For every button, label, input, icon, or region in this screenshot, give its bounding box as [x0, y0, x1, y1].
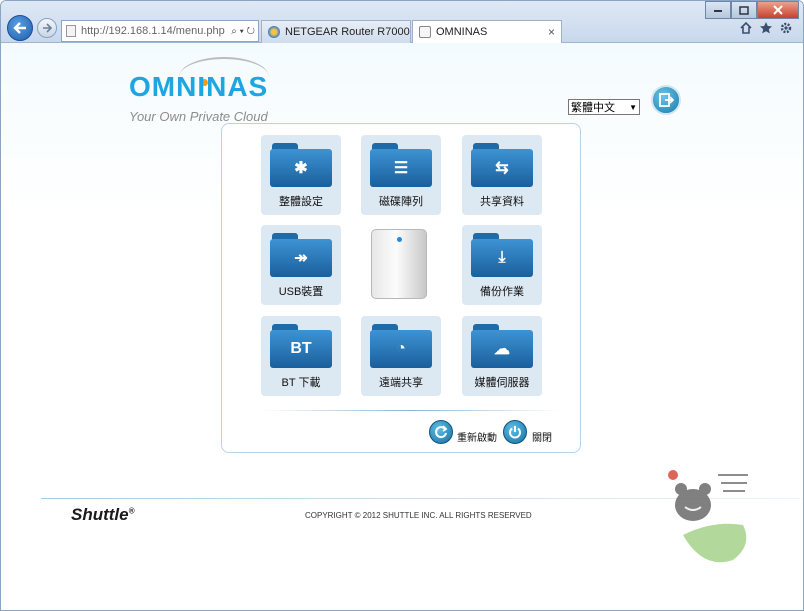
menu-item-media-server[interactable]: ☁ 媒體伺服器 [462, 316, 542, 396]
menu-item-backup[interactable]: ⤓ 備份作業 [462, 225, 542, 305]
menu-item-usb[interactable]: ↠ USB裝置 [261, 225, 341, 305]
tab-omninas[interactable]: OMNINAS × [412, 20, 562, 43]
usb-icon: ↠ [270, 231, 332, 277]
copyright-text: COPYRIGHT © 2012 SHUTTLE INC. ALL RIGHTS… [305, 511, 532, 520]
menu-item-label: 磁碟陣列 [379, 196, 423, 208]
power-icon [509, 426, 521, 439]
restart-button[interactable] [429, 420, 453, 444]
browser-window: http://192.168.1.14/menu.php ⌕ ▾ ↻ NETGE… [0, 0, 804, 611]
address-bar[interactable]: http://192.168.1.14/menu.php ⌕ ▾ ↻ [61, 20, 259, 42]
tab-label: OMNINAS [436, 26, 488, 38]
close-icon [773, 5, 783, 15]
share-icon: ⇆ [471, 141, 533, 187]
menu-item-label: 媒體伺服器 [474, 377, 530, 389]
shutdown-label[interactable]: 關閉 [532, 429, 552, 444]
toolbar-icons [739, 21, 793, 35]
page-content: OMNINAS Your Own Private Cloud 繁體中文 ▼ ✱ … [1, 43, 803, 610]
star-icon[interactable] [759, 21, 773, 35]
menu-item-label: BT 下載 [281, 377, 321, 389]
language-select[interactable]: 繁體中文 ▼ [568, 99, 640, 115]
close-window-button[interactable] [757, 1, 799, 19]
chevron-down-icon: ▼ [629, 102, 637, 112]
tools-icon: ✱ [270, 141, 332, 187]
tab-netgear[interactable]: NETGEAR Router R7000 [261, 20, 411, 43]
ie-icon [268, 26, 280, 38]
menu-item-label: 遠端共享 [379, 377, 423, 389]
forward-button[interactable] [37, 18, 57, 38]
nas-device-image [371, 229, 427, 299]
tab-label: NETGEAR Router R7000 [285, 26, 410, 38]
home-icon[interactable] [739, 21, 753, 35]
backup-icon: ⤓ [471, 231, 533, 277]
browser-toolbar: http://192.168.1.14/menu.php ⌕ ▾ ↻ NETGE… [1, 1, 803, 43]
shuttle-logo: Shuttle® [71, 505, 135, 524]
menu-item-label: 共享資料 [480, 196, 524, 208]
window-controls [705, 1, 799, 19]
page-icon [66, 25, 76, 37]
gear-icon[interactable] [779, 21, 793, 35]
page-icon [419, 26, 431, 38]
remote-share-icon: ◔ [370, 322, 432, 368]
panel-divider [261, 410, 561, 411]
menu-item-bt-download[interactable]: BT BT 下載 [261, 316, 341, 396]
menu-item-label: 整體設定 [279, 196, 323, 208]
shutdown-button[interactable] [503, 420, 527, 444]
search-refresh-icons[interactable]: ⌕ ▾ ↻ [231, 26, 255, 37]
menu-item-shared-data[interactable]: ⇆ 共享資料 [462, 135, 542, 215]
media-server-icon: ☁ [471, 322, 533, 368]
menu-item-label: USB裝置 [278, 286, 324, 298]
maximize-button[interactable] [731, 1, 757, 19]
back-arrow-icon [13, 22, 26, 34]
language-value: 繁體中文 [571, 102, 615, 114]
maximize-icon [739, 5, 749, 15]
logout-button[interactable] [651, 85, 681, 115]
menu-item-settings[interactable]: ✱ 整體設定 [261, 135, 341, 215]
back-button[interactable] [7, 15, 33, 41]
bear-watermark-image [668, 470, 748, 563]
menu-item-label: 備份作業 [480, 286, 524, 298]
minimize-icon [714, 10, 722, 12]
restart-label[interactable]: 重新啟動 [457, 429, 497, 444]
menu-item-disk-array[interactable]: ☰ 磁碟陣列 [361, 135, 441, 215]
bt-icon: BT [270, 322, 332, 368]
tab-close-icon[interactable]: × [548, 25, 555, 39]
logo-subtitle: Your Own Private Cloud [129, 109, 268, 124]
logout-icon [659, 93, 674, 107]
menu-item-remote-share[interactable]: ◔ 遠端共享 [361, 316, 441, 396]
address-url[interactable]: http://192.168.1.14/menu.php [81, 25, 228, 37]
logo-title: OMNINAS [129, 71, 269, 102]
minimize-button[interactable] [705, 1, 731, 19]
restart-icon [435, 425, 448, 439]
disk-array-icon: ☰ [370, 141, 432, 187]
omninas-logo: OMNINAS Your Own Private Cloud [129, 53, 279, 124]
forward-arrow-icon [43, 23, 52, 33]
